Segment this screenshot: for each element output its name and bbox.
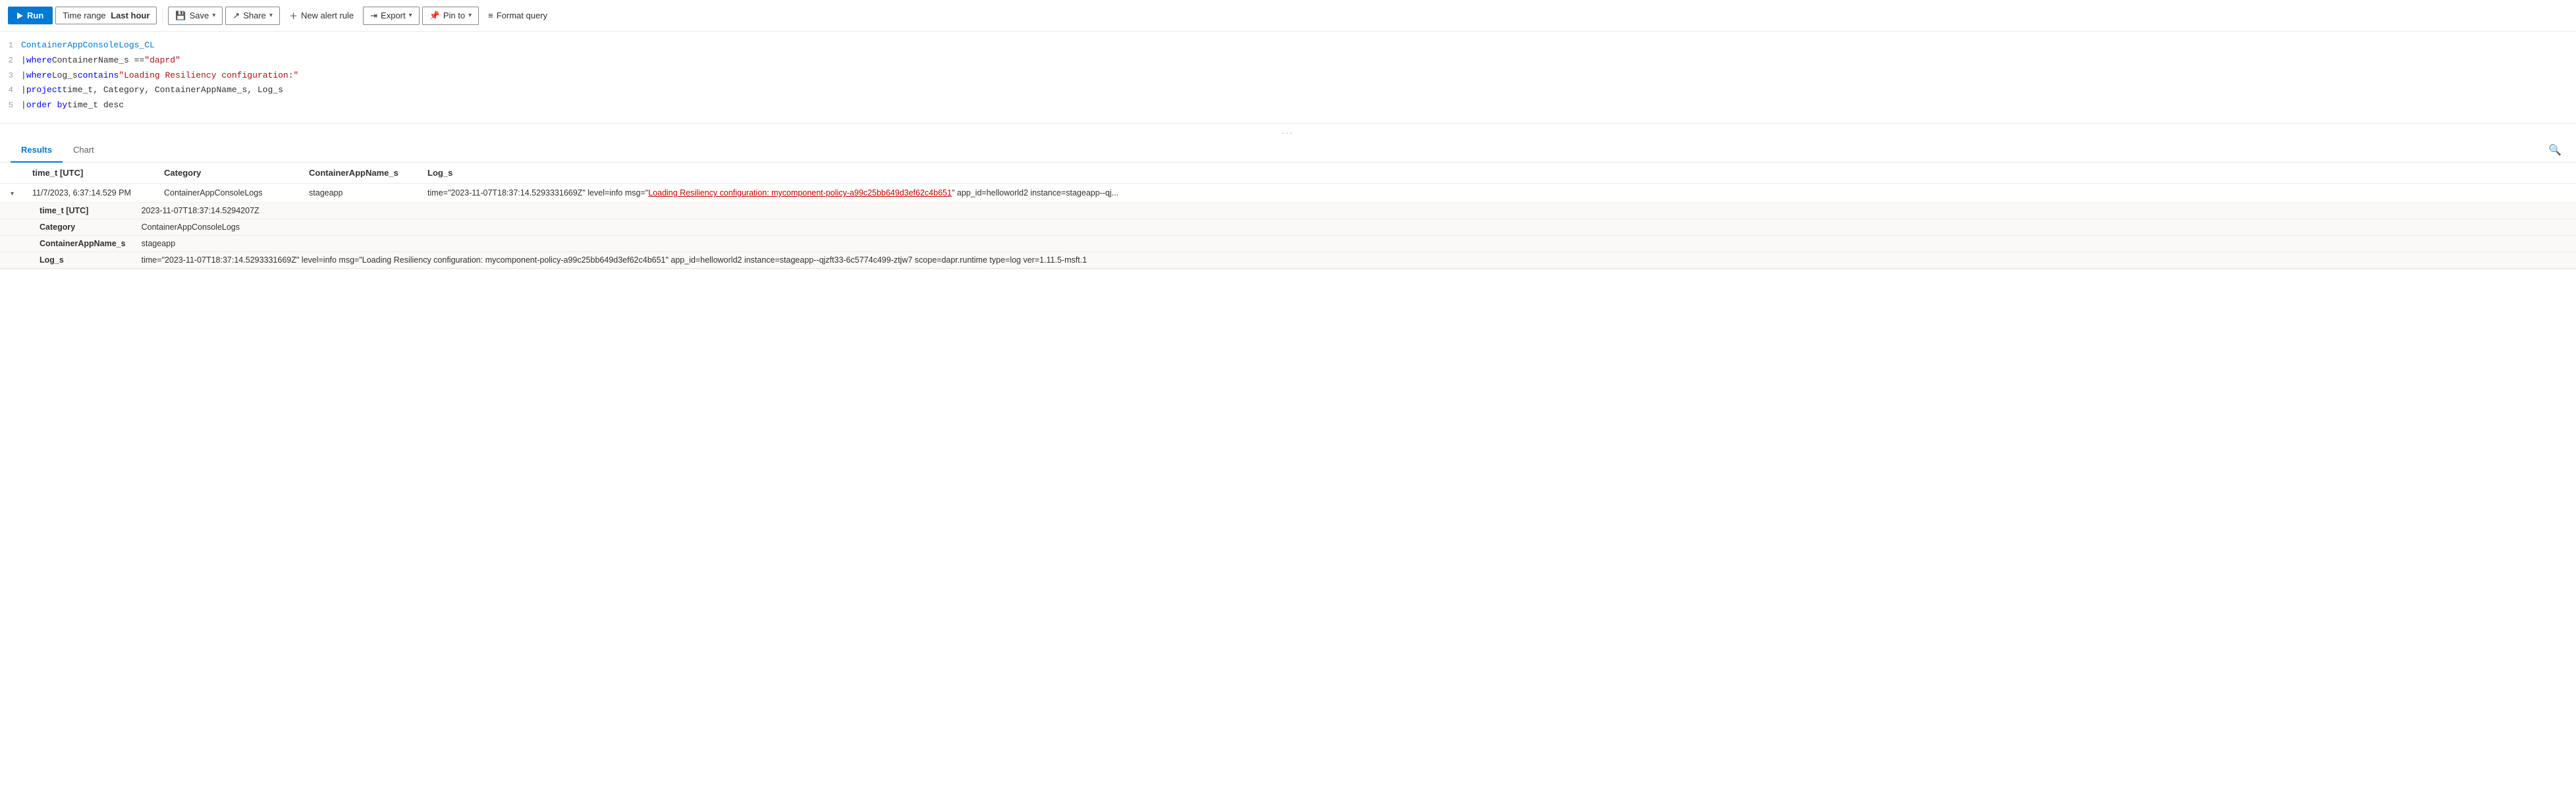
save-chevron-icon: ▾	[212, 12, 215, 19]
export-button[interactable]: ⇥ Export ▾	[363, 7, 420, 25]
tab-results[interactable]: Results	[11, 138, 63, 163]
code-line: 3| where Log_s contains "Loading Resilie…	[0, 68, 2576, 84]
code-line: 2| where ContainerName_s == "daprd"	[0, 53, 2576, 68]
keyword-token: where	[26, 54, 52, 68]
play-icon	[17, 13, 23, 19]
col-expand	[0, 163, 24, 184]
sub-key: Category	[0, 219, 134, 236]
toolbar: Run Time range Last hour 💾 Save ▾ ↗ Shar…	[0, 0, 2576, 32]
sub-table-row: time_t [UTC]2023-11-07T18:37:14.5294207Z	[0, 203, 2576, 219]
line-number: 4	[0, 84, 21, 97]
time-range-value: Last hour	[111, 11, 150, 20]
export-label: Export	[381, 11, 406, 20]
toolbar-divider-1	[162, 9, 163, 22]
cell-app: stageapp	[301, 184, 420, 203]
code-line: 5| order by time_t desc	[0, 98, 2576, 113]
plus-icon: ＋	[289, 9, 298, 22]
table-header-row: time_t [UTC] Category ContainerAppName_s…	[0, 163, 2576, 184]
string-token: "Loading Resiliency configuration:"	[119, 69, 298, 83]
sub-table: time_t [UTC]2023-11-07T18:37:14.5294207Z…	[0, 203, 2576, 269]
cell-log: time="2023-11-07T18:37:14.5293331669Z" l…	[420, 184, 2576, 203]
save-icon: 💾	[175, 11, 186, 21]
string-token: "daprd"	[144, 54, 180, 68]
plain-token: ContainerName_s ==	[52, 54, 144, 68]
export-icon: ⇥	[370, 11, 377, 21]
keyword-token: contains	[78, 69, 119, 83]
line-number: 3	[0, 70, 21, 82]
results-tabs-bar: Results Chart 🔍	[0, 138, 2576, 163]
code-line: 1ContainerAppConsoleLogs_CL	[0, 38, 2576, 53]
pin-to-button[interactable]: 📌 Pin to ▾	[422, 7, 479, 25]
sub-value: stageapp	[134, 236, 2576, 252]
export-chevron-icon: ▾	[409, 12, 412, 19]
format-query-button[interactable]: ≡ Format query	[481, 7, 554, 24]
share-button[interactable]: ↗ Share ▾	[225, 7, 280, 25]
table-row: ▾ 11/7/2023, 6:37:14.529 PMContainerAppCo…	[0, 184, 2576, 203]
sub-value: ContainerAppConsoleLogs	[134, 219, 2576, 236]
tab-chart[interactable]: Chart	[63, 138, 105, 163]
expanded-row: time_t [UTC]2023-11-07T18:37:14.5294207Z…	[0, 203, 2576, 269]
plain-token: |	[21, 54, 26, 68]
keyword-token: order by	[26, 99, 67, 113]
search-button[interactable]: 🔍	[2544, 140, 2565, 161]
code-line: 4| project time_t, Category, ContainerAp…	[0, 83, 2576, 98]
plain-token: |	[21, 84, 26, 97]
plain-token: |	[21, 99, 26, 113]
pin-icon: 📌	[429, 11, 440, 21]
expand-button[interactable]: ▾	[8, 190, 16, 197]
share-chevron-icon: ▾	[269, 12, 273, 19]
col-header-category: Category	[156, 163, 301, 184]
results-container: time_t [UTC] Category ContainerAppName_s…	[0, 163, 2576, 269]
plain-token: |	[21, 69, 26, 83]
pin-label: Pin to	[443, 11, 465, 20]
save-button[interactable]: 💾 Save ▾	[168, 7, 223, 25]
share-icon: ↗	[233, 11, 240, 21]
sub-value: 2023-11-07T18:37:14.5294207Z	[134, 203, 2576, 219]
plain-token: Log_s	[52, 69, 78, 83]
format-label: Format query	[497, 11, 547, 20]
col-header-app: ContainerAppName_s	[301, 163, 420, 184]
run-button[interactable]: Run	[8, 7, 53, 24]
line-number: 2	[0, 55, 21, 67]
expand-cell[interactable]: ▾	[0, 184, 24, 203]
results-table: time_t [UTC] Category ContainerAppName_s…	[0, 163, 2576, 269]
plain-token: time_t, Category, ContainerAppName_s, Lo…	[62, 84, 283, 97]
collapse-hint: ...	[0, 124, 2576, 138]
field-token: ContainerAppConsoleLogs_CL	[21, 39, 155, 53]
share-label: Share	[243, 11, 266, 20]
sub-value: time="2023-11-07T18:37:14.5293331669Z" l…	[134, 252, 2576, 269]
sub-key: time_t [UTC]	[0, 203, 134, 219]
keyword-token: project	[26, 84, 63, 97]
save-label: Save	[190, 11, 209, 20]
sub-key: Log_s	[0, 252, 134, 269]
new-alert-button[interactable]: ＋ New alert rule	[283, 6, 360, 25]
line-number: 1	[0, 39, 21, 52]
col-header-time: time_t [UTC]	[24, 163, 156, 184]
expanded-cell: time_t [UTC]2023-11-07T18:37:14.5294207Z…	[0, 203, 2576, 269]
sub-table-row: ContainerAppName_sstageapp	[0, 236, 2576, 252]
format-icon: ≡	[488, 11, 493, 20]
cell-category: ContainerAppConsoleLogs	[156, 184, 301, 203]
keyword-token: where	[26, 69, 52, 83]
run-label: Run	[27, 11, 43, 20]
sub-table-row: CategoryContainerAppConsoleLogs	[0, 219, 2576, 236]
time-range-label: Time range	[63, 11, 108, 20]
line-number: 5	[0, 99, 21, 112]
log-highlight: Loading Resiliency configuration: mycomp…	[648, 188, 952, 197]
time-range-button[interactable]: Time range Last hour	[55, 7, 157, 24]
sub-table-row: Log_stime="2023-11-07T18:37:14.529333166…	[0, 252, 2576, 269]
cell-time: 11/7/2023, 6:37:14.529 PM	[24, 184, 156, 203]
new-alert-label: New alert rule	[301, 11, 354, 20]
query-editor[interactable]: 1ContainerAppConsoleLogs_CL2| where Cont…	[0, 32, 2576, 124]
col-header-log: Log_s	[420, 163, 2576, 184]
tabs-left: Results Chart	[11, 138, 105, 162]
sub-key: ContainerAppName_s	[0, 236, 134, 252]
pin-chevron-icon: ▾	[468, 12, 472, 19]
plain-token: time_t desc	[67, 99, 124, 113]
